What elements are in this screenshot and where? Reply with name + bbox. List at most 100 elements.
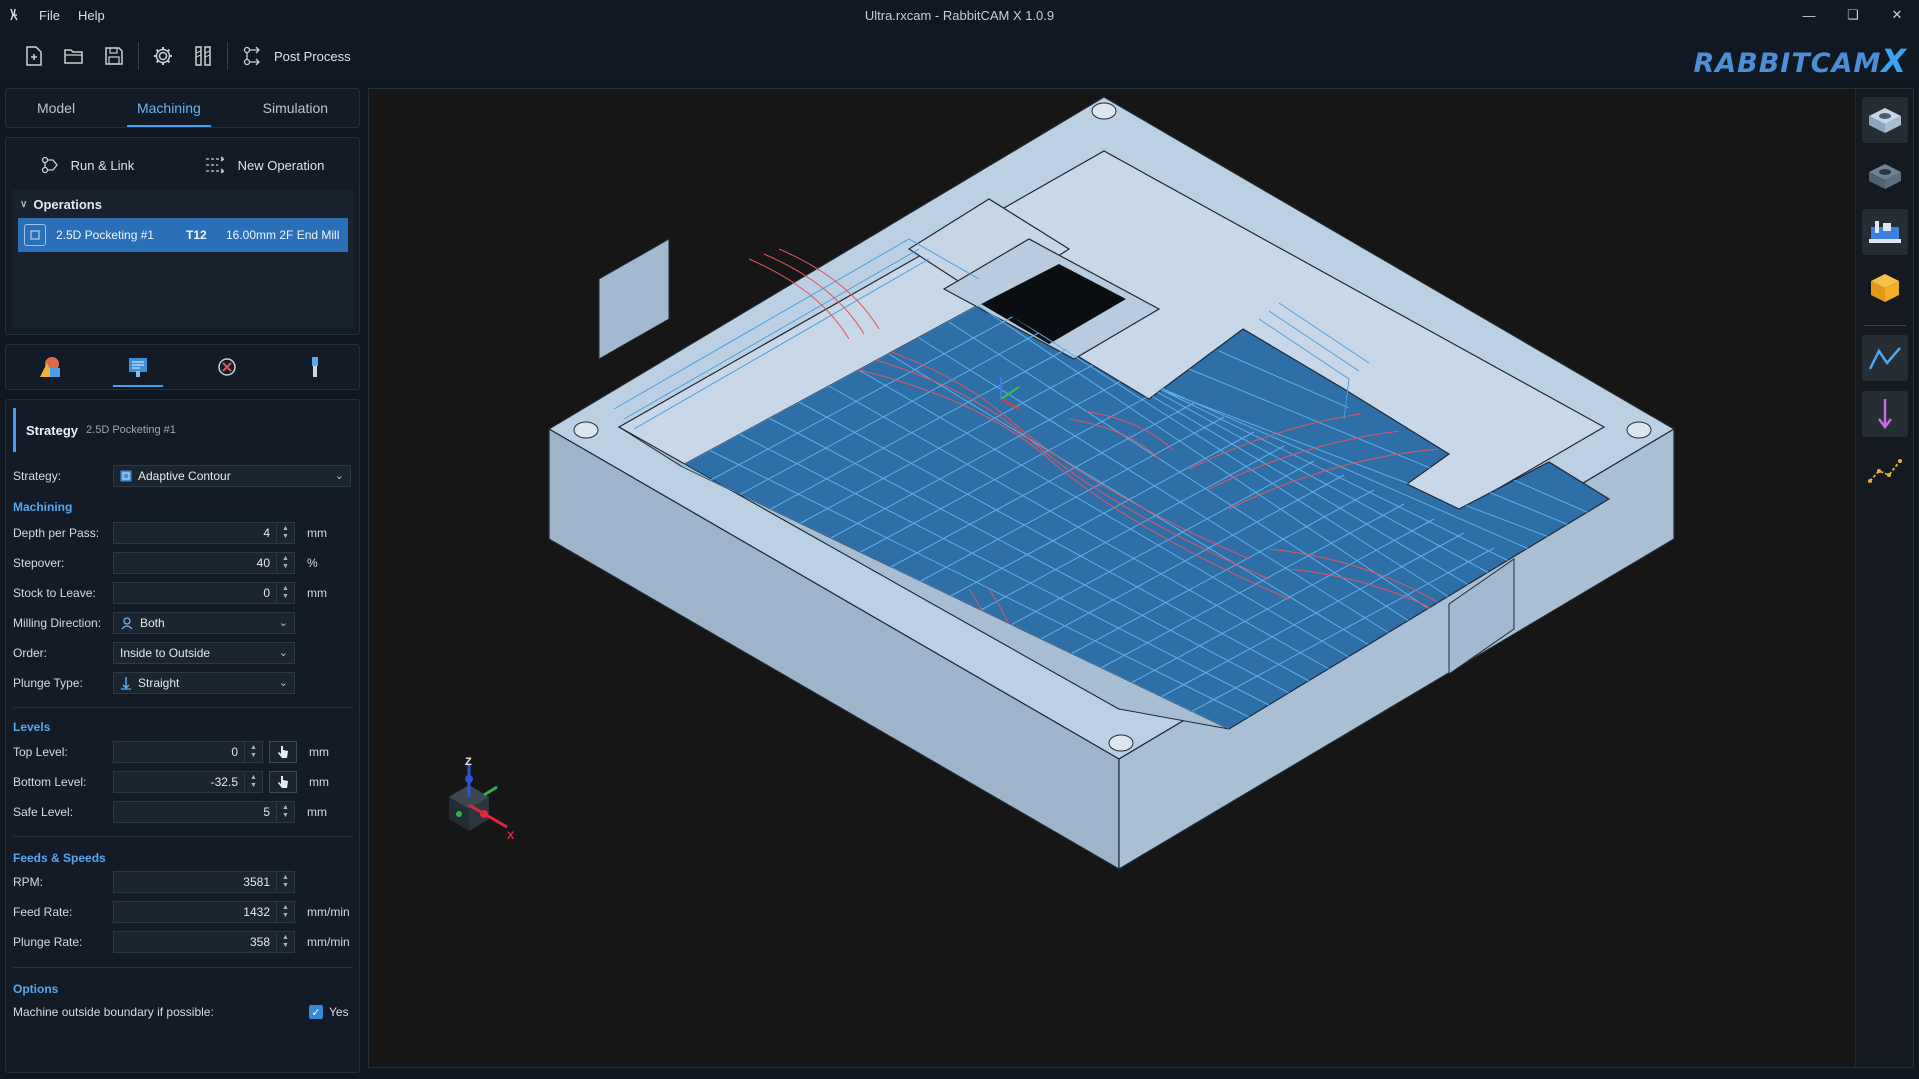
stock-to-leave-input[interactable]: 0 ▲ ▼ [113, 582, 295, 604]
spinner-icon[interactable]: ▲ ▼ [244, 772, 262, 792]
depth-per-pass-input[interactable]: 4 ▲ ▼ [113, 522, 295, 544]
folder-open-icon [64, 49, 83, 64]
spinner-icon[interactable]: ▲ ▼ [276, 523, 294, 543]
geometry-icon [40, 357, 61, 377]
feed-rate-input[interactable]: 1432 ▲ ▼ [113, 901, 295, 923]
main-tabs: Model Machining Simulation [5, 88, 360, 128]
menu-file[interactable]: File [30, 8, 69, 23]
chevron-down-icon: ∨ [20, 198, 28, 210]
z-axis-label: Z [465, 757, 472, 768]
orientation-gizmo[interactable]: Z X [429, 757, 519, 857]
chevron-down-icon: ⌄ [278, 617, 288, 629]
operations-header[interactable]: ∨ Operations [12, 190, 354, 218]
section-divider [13, 707, 353, 708]
show-toolpath-button[interactable] [1862, 335, 1908, 381]
section-divider [13, 967, 353, 968]
new-file-icon [26, 46, 42, 66]
show-links-button[interactable] [1862, 447, 1908, 493]
section-divider [13, 836, 353, 837]
rabbitcam-logo: RABBITCAMX [1693, 42, 1907, 80]
stepover-label: Stepover: [13, 556, 65, 570]
spinner-icon[interactable]: ▲ ▼ [276, 583, 294, 603]
new-file-button[interactable] [14, 38, 54, 74]
feeds-speeds-section-header: Feeds & Speeds [13, 851, 106, 865]
show-part-button[interactable] [1862, 97, 1908, 143]
new-operation-icon [205, 156, 225, 174]
gear-icon [154, 47, 172, 65]
plunge-rate-input[interactable]: 358 ▲ ▼ [113, 931, 295, 953]
post-process-button[interactable]: Post Process [232, 38, 361, 74]
straight-plunge-icon [121, 677, 131, 690]
order-select[interactable]: Inside to Outside ⌄ [113, 642, 295, 664]
show-plunge-button[interactable] [1862, 391, 1908, 437]
tool-tab[interactable] [290, 347, 340, 387]
post-process-icon [243, 46, 260, 66]
run-link-label: Run & Link [70, 157, 135, 173]
milling-direction-label: Milling Direction: [13, 616, 102, 630]
stepover-input[interactable]: 40 ▲ ▼ [113, 552, 295, 574]
pick-top-level-button[interactable] [269, 741, 297, 763]
view-toolbar [1855, 89, 1913, 1067]
strategy-select[interactable]: Adaptive Contour ⌄ [113, 465, 351, 487]
toolbar-separator [1864, 325, 1906, 326]
geometry-tab[interactable] [25, 347, 75, 387]
tool-library-button[interactable] [183, 38, 223, 74]
show-stock-button[interactable] [1862, 153, 1908, 199]
end-mill-icon [311, 357, 318, 377]
order-label: Order: [13, 646, 48, 660]
bottom-level-label: Bottom Level: [13, 775, 87, 789]
stock-view-icon [1869, 164, 1901, 189]
save-button[interactable] [94, 38, 134, 74]
operations-panel: Run & Link New Operation ∨ Operations 2.… [5, 137, 360, 335]
tab-machining[interactable]: Machining [126, 92, 211, 127]
show-fixture-button[interactable] [1862, 209, 1908, 255]
3d-viewport[interactable]: Z X [368, 88, 1914, 1068]
run-link-button[interactable]: Run & Link [41, 156, 135, 174]
main-toolbar: Post Process [0, 30, 1919, 82]
tab-model[interactable]: Model [27, 92, 85, 124]
minimize-button[interactable]: — [1787, 0, 1831, 30]
chevron-down-icon: ⌄ [334, 470, 344, 482]
app-window: File Help Ultra.rxcam - RabbitCAM X 1.0.… [0, 0, 1919, 1079]
pick-bottom-level-button[interactable] [269, 771, 297, 793]
top-level-input[interactable]: 0 ▲ ▼ [113, 741, 263, 763]
milling-direction-select[interactable]: Both ⌄ [113, 612, 295, 634]
spinner-icon[interactable]: ▲ ▼ [276, 932, 294, 952]
new-operation-button[interactable]: New Operation [204, 155, 324, 175]
levels-section-header: Levels [13, 720, 51, 734]
machine-outside-boundary-value: Yes [329, 1005, 349, 1019]
open-file-button[interactable] [54, 38, 94, 74]
spinner-icon[interactable]: ▲ ▼ [244, 742, 262, 762]
spinner-icon[interactable]: ▲ ▼ [276, 553, 294, 573]
stock-box-icon [1871, 274, 1899, 302]
fixture-view-icon [1869, 221, 1901, 243]
spinner-icon[interactable]: ▲ ▼ [276, 802, 294, 822]
safe-level-input[interactable]: 5 ▲ ▼ [113, 801, 295, 823]
linking-tab[interactable] [202, 347, 252, 387]
adaptive-contour-icon [120, 470, 132, 482]
rpm-input[interactable]: 3581 ▲ ▼ [113, 871, 295, 893]
close-button[interactable]: ✕ [1875, 0, 1919, 30]
pocket-operation-icon [24, 224, 46, 246]
top-level-label: Top Level: [13, 745, 68, 759]
tab-simulation[interactable]: Simulation [253, 92, 338, 124]
machining-section-header: Machining [13, 500, 73, 514]
plunge-type-select[interactable]: Straight ⌄ [113, 672, 295, 694]
operations-list: ∨ Operations 2.5D Pocketing #1 T12 16.00… [12, 190, 354, 328]
title-bar: File Help Ultra.rxcam - RabbitCAM X 1.0.… [0, 0, 1919, 30]
toolbar-separator [227, 42, 228, 70]
machine-outside-boundary-checkbox[interactable]: ✓ [309, 1005, 323, 1019]
app-icon[interactable] [0, 0, 30, 30]
options-section-header: Options [13, 982, 59, 996]
spinner-icon[interactable]: ▲ ▼ [276, 902, 294, 922]
show-stock-box-button[interactable] [1862, 265, 1908, 311]
restore-button[interactable]: ❏ [1831, 0, 1875, 30]
strategy-tab[interactable] [113, 347, 164, 387]
bottom-level-input[interactable]: -32.5 ▲ ▼ [113, 771, 263, 793]
spinner-icon[interactable]: ▲ ▼ [276, 872, 294, 892]
operation-item[interactable]: 2.5D Pocketing #1 T12 16.00mm 2F End Mil… [18, 218, 348, 252]
feed-rate-label: Feed Rate: [13, 905, 73, 919]
toolbar-separator [138, 42, 139, 70]
settings-button[interactable] [143, 38, 183, 74]
menu-help[interactable]: Help [69, 8, 114, 23]
